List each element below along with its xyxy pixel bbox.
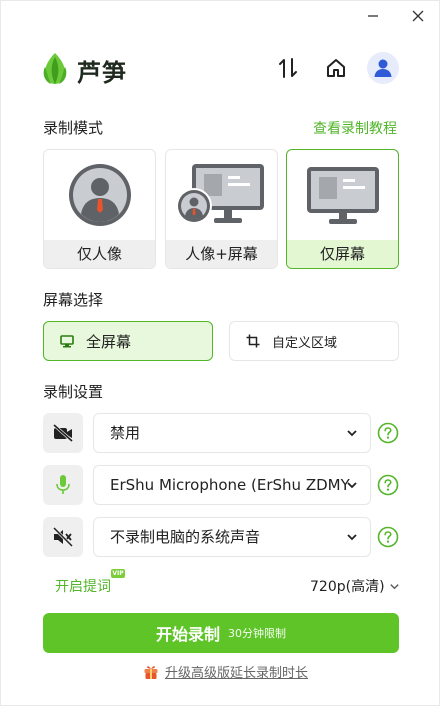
camera-setting-row: 禁用 — [43, 413, 399, 453]
camera-select-value: 禁用 — [110, 424, 141, 442]
upgrade-link[interactable]: 升级高级版延长录制时长 — [143, 662, 308, 681]
gift-icon — [144, 665, 158, 679]
home-button[interactable] — [323, 55, 349, 81]
mode-portrait-screen[interactable]: 人像+屏幕 — [165, 149, 278, 269]
system-audio-select[interactable]: 不录制电脑的系统声音 — [93, 517, 371, 557]
app-window: 芦笋 录制模式 查看录制教程 仅人像 人像+屏幕 仅屏幕 屏幕选择 全屏幕 自定… — [0, 0, 440, 706]
mode-label: 人像+屏幕 — [166, 240, 277, 268]
help-icon[interactable] — [377, 422, 399, 444]
chevron-down-icon — [347, 482, 357, 489]
minimize-button[interactable] — [361, 5, 385, 27]
sort-button[interactable] — [275, 55, 301, 81]
microphone-setting-row: ErShu Microphone (ErShu ZDMY — [43, 465, 399, 505]
help-icon[interactable] — [377, 526, 399, 548]
upgrade-label: 升级高级版延长录制时长 — [165, 666, 309, 681]
sort-arrows-icon — [279, 58, 297, 78]
close-button[interactable] — [406, 5, 430, 27]
monitor-person-icon — [175, 164, 264, 224]
system-audio-setting-row: 不录制电脑的系统声音 — [43, 517, 399, 557]
logo-icon — [43, 53, 67, 84]
screen-select-title: 屏幕选择 — [43, 291, 104, 309]
portrait-illustration — [44, 150, 155, 240]
record-settings-title: 录制设置 — [43, 383, 104, 401]
speaker-muted-icon — [52, 527, 74, 547]
full-screen-label: 全屏幕 — [86, 332, 132, 351]
microphone-toggle[interactable] — [43, 465, 83, 505]
tutorial-link[interactable]: 查看录制教程 — [313, 118, 397, 138]
start-recording-button[interactable]: 开始录制 30分钟限制 — [43, 613, 399, 653]
custom-area-label: 自定义区域 — [272, 335, 338, 351]
start-recording-label: 开始录制 — [155, 625, 220, 644]
recording-limit-label: 30分钟限制 — [228, 627, 286, 640]
full-screen-option[interactable]: 全屏幕 — [43, 321, 213, 361]
quality-select[interactable]: 720p(高清) — [310, 576, 400, 596]
microphone-select[interactable]: ErShu Microphone (ErShu ZDMY — [93, 465, 371, 505]
chevron-down-icon — [347, 534, 357, 541]
crop-icon — [246, 334, 260, 348]
chevron-down-icon — [347, 430, 357, 437]
portrait-screen-illustration — [166, 150, 277, 240]
vip-badge: VIP — [111, 569, 125, 578]
prompter-toggle[interactable]: 开启提词 — [55, 576, 111, 596]
microphone-icon — [56, 475, 70, 494]
brand-name: 芦笋 — [77, 59, 127, 87]
mode-label: 仅人像 — [44, 240, 155, 268]
title-bar — [1, 1, 440, 31]
mode-screen-only[interactable]: 仅屏幕 — [286, 149, 399, 269]
close-icon — [412, 10, 424, 22]
camera-select[interactable]: 禁用 — [93, 413, 371, 453]
system-audio-select-value: 不录制电脑的系统声音 — [110, 528, 261, 546]
camera-off-icon — [53, 424, 73, 442]
home-icon — [327, 59, 345, 77]
user-avatar-button[interactable] — [367, 52, 399, 84]
chevron-down-icon — [389, 583, 399, 589]
mode-portrait-only[interactable]: 仅人像 — [43, 149, 156, 269]
monitor-icon — [306, 167, 379, 224]
monitor-icon — [60, 335, 74, 348]
custom-area-option[interactable]: 自定义区域 — [229, 321, 399, 361]
person-icon — [68, 164, 131, 226]
system-audio-toggle[interactable] — [43, 517, 83, 557]
quality-value: 720p(高清) — [310, 579, 385, 595]
header: 芦笋 — [41, 49, 401, 89]
microphone-select-value: ErShu Microphone (ErShu ZDMY — [110, 476, 350, 494]
mode-label: 仅屏幕 — [287, 240, 398, 268]
screen-illustration — [287, 150, 398, 240]
record-mode-title: 录制模式 — [43, 119, 104, 137]
help-icon[interactable] — [377, 474, 399, 496]
minimize-icon — [368, 15, 378, 17]
user-icon — [374, 59, 392, 77]
camera-toggle[interactable] — [43, 413, 83, 453]
